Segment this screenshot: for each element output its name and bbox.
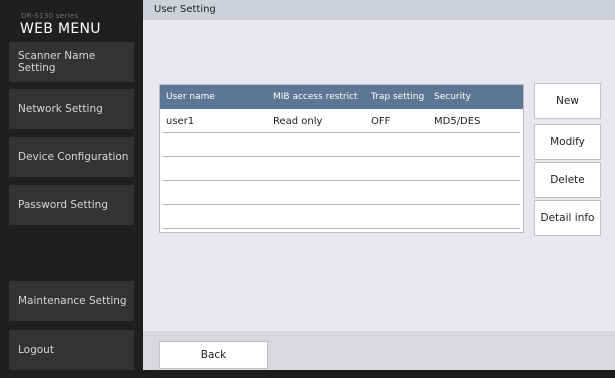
cell-trap-setting: OFF [371,116,391,127]
column-header-security: Security [434,92,471,102]
user-table: User name MIB access restrict Trap setti… [159,84,524,233]
table-row[interactable] [163,157,520,181]
column-header-mib-access-restrict: MIB access restrict [273,92,358,102]
page-title: User Setting [143,0,615,20]
detail-info-button[interactable]: Detail info [534,200,601,236]
sidebar-item-label: Scanner Name Setting [18,50,96,74]
modify-button[interactable]: Modify [534,124,601,160]
sidebar-item-logout[interactable]: Logout [9,330,134,370]
table-row[interactable] [163,205,520,229]
table-row[interactable]: user1 Read only OFF MD5/DES [163,109,520,133]
bottom-strip [143,370,615,378]
sidebar-item-label: Maintenance Setting [18,295,127,307]
sidebar-item-label: Network Setting [18,103,103,115]
table-row[interactable] [163,181,520,205]
delete-button[interactable]: Delete [534,162,601,198]
menu-title: WEB MENU [20,21,101,37]
sidebar-item-device-configuration[interactable]: Device Configuration [9,137,134,177]
sidebar-item-label: Logout [18,344,54,356]
column-header-user-name: User name [166,92,215,102]
sidebar: DR-S130 series WEB MENU Scanner Name Set… [0,0,143,378]
cell-user-name: user1 [166,116,195,127]
new-button[interactable]: New [534,83,601,119]
model-label: DR-S130 series [21,12,79,20]
column-header-trap-setting: Trap setting [371,92,425,102]
sidebar-item-password-setting[interactable]: Password Setting [9,185,134,225]
table-header: User name MIB access restrict Trap setti… [160,85,523,109]
sidebar-item-label: Device Configuration [18,151,129,163]
footer-bar: Back [143,331,615,370]
sidebar-item-maintenance-setting[interactable]: Maintenance Setting [9,281,134,321]
back-button[interactable]: Back [159,341,268,369]
cell-mib-access: Read only [273,116,323,127]
table-row[interactable] [163,133,520,157]
sidebar-item-network-setting[interactable]: Network Setting [9,89,134,129]
main-content: User Setting User name MIB access restri… [143,0,615,378]
cell-security: MD5/DES [434,116,481,127]
sidebar-item-scanner-name-setting[interactable]: Scanner Name Setting [9,42,134,82]
sidebar-item-label: Password Setting [18,199,108,211]
